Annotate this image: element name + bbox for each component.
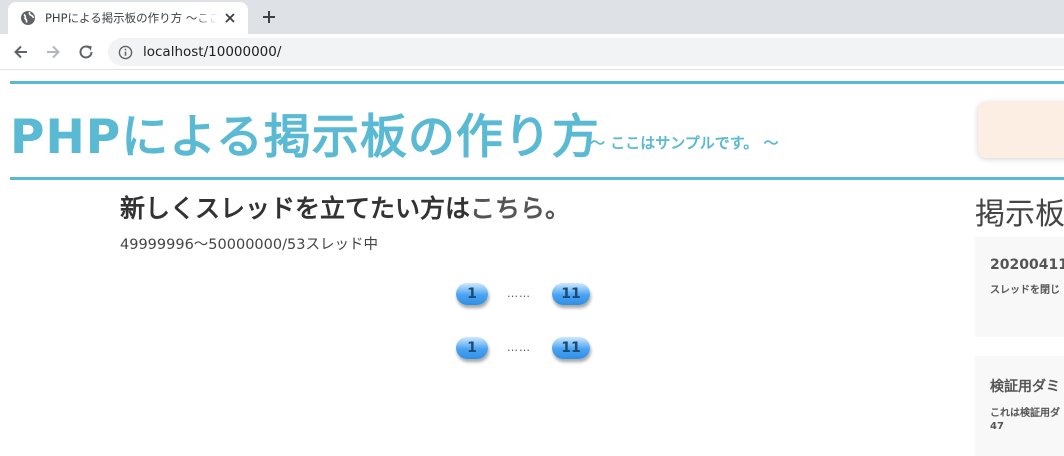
new-thread-link[interactable]: こちら。 xyxy=(470,194,570,223)
page-button-first[interactable]: 1 xyxy=(456,283,488,305)
thread-card-count: 47 xyxy=(990,421,1004,432)
tab-title: PHPによる掲示板の作り方 〜ここは xyxy=(45,11,218,25)
sidebar-title: 掲示板 xyxy=(975,197,1064,232)
url-text: localhost/10000000/ xyxy=(143,44,282,60)
thread-card[interactable]: 20200411_ スレッドを閉じ xyxy=(975,237,1064,337)
site-header: PHPによる掲示板の作り方 〜 ここはサンプルです。 〜 xyxy=(10,81,1064,180)
globe-icon xyxy=(21,11,35,25)
pagination-ellipsis: …… xyxy=(507,341,531,354)
thread-card-title[interactable]: 検証用ダミ xyxy=(990,376,1064,396)
header-panel xyxy=(978,102,1064,158)
new-tab-icon[interactable] xyxy=(260,8,278,26)
pagination-top: 1 …… 11 xyxy=(456,281,596,307)
pagination-ellipsis: …… xyxy=(507,287,531,300)
thread-card-text: これは検証用ダ xyxy=(990,408,1060,419)
address-bar[interactable]: localhost/10000000/ xyxy=(108,38,1064,66)
page-button-last[interactable]: 11 xyxy=(552,283,590,305)
thread-card-title[interactable]: 20200411_ xyxy=(990,257,1064,273)
new-thread-text: 新しくスレッドを立てたい方は xyxy=(120,194,471,223)
reload-icon[interactable] xyxy=(77,43,95,61)
new-thread-heading: 新しくスレッドを立てたい方はこちら。 xyxy=(120,189,570,225)
forward-arrow-icon[interactable] xyxy=(44,43,62,61)
thread-range: 49999996〜50000000/53スレッド中 xyxy=(120,237,378,253)
pagination-bottom: 1 …… 11 xyxy=(456,335,596,361)
page-content: PHPによる掲示板の作り方 〜 ここはサンプルです。 〜 新しくスレッドを立てた… xyxy=(0,71,1064,456)
thread-card-text: スレッドを閉じ xyxy=(990,285,1060,296)
site-subtitle: 〜 ここはサンプルです。 〜 xyxy=(590,134,779,152)
page-button-first[interactable]: 1 xyxy=(456,337,488,359)
close-icon[interactable] xyxy=(222,10,238,26)
page-button-last[interactable]: 11 xyxy=(552,337,590,359)
tab-strip: PHPによる掲示板の作り方 〜ここは xyxy=(0,0,1064,34)
site-title[interactable]: PHPによる掲示板の作り方 xyxy=(10,98,600,167)
thread-card[interactable]: 検証用ダミ これは検証用ダ 47 xyxy=(975,356,1064,456)
back-arrow-icon[interactable] xyxy=(12,43,30,61)
browser-tab[interactable]: PHPによる掲示板の作り方 〜ここは xyxy=(8,2,248,34)
info-icon[interactable] xyxy=(118,45,133,60)
browser-toolbar: localhost/10000000/ xyxy=(0,34,1064,70)
